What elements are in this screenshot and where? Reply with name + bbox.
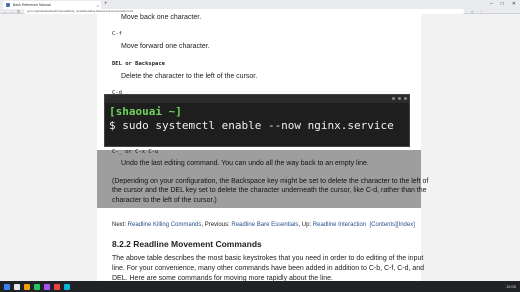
bookmark-star-icon[interactable]: ☆ xyxy=(470,9,474,14)
toolbar-extras: ☆ ⋮ xyxy=(470,9,483,14)
forward-button[interactable]: → xyxy=(10,9,14,14)
browser-chrome: Bash Reference Manual × + – □ ✕ ← → ↻ gn… xyxy=(0,0,520,14)
nav-next-link[interactable]: Readline Killing Commands xyxy=(128,222,202,228)
reload-button[interactable]: ↻ xyxy=(17,9,20,14)
section-heading: 8.2.2 Readline Movement Commands xyxy=(112,239,262,249)
paragraph-line: line. For your convenience, many other c… xyxy=(112,265,425,272)
tab-title: Bash Reference Manual xyxy=(13,3,51,7)
extensions-icon[interactable]: ⋮ xyxy=(479,9,483,14)
new-tab-button[interactable]: + xyxy=(104,1,108,7)
nav-next-label: Next: xyxy=(112,222,128,228)
key-c-f: C-f xyxy=(112,31,122,37)
desc-delete-left: Delete the character to the left of the … xyxy=(121,73,258,80)
back-button[interactable]: ← xyxy=(3,9,7,14)
app-launcher-icon[interactable] xyxy=(4,283,10,290)
terminal-command[interactable]: $ sudo systemctl enable --now nginx.serv… xyxy=(109,119,394,132)
manual-page: Move back one character. C-f Move forwar… xyxy=(97,14,428,282)
terminal-minimize-icon[interactable] xyxy=(392,97,395,100)
dim-overlay xyxy=(97,150,421,208)
page-gutter-left xyxy=(0,14,97,281)
nav-index-link[interactable]: [Index] xyxy=(397,222,415,228)
close-tab-icon[interactable]: × xyxy=(97,3,99,8)
desc-move-forward: Move forward one character. xyxy=(121,43,210,50)
nav-up-label: , Up: xyxy=(298,222,313,228)
nav-contents-link[interactable]: [Contents] xyxy=(370,222,397,228)
close-window-button[interactable]: ✕ xyxy=(512,1,516,7)
terminal-prompt-user: [shaouai ~] xyxy=(109,105,182,118)
terminal-maximize-icon[interactable] xyxy=(398,97,401,100)
terminal-titlebar[interactable] xyxy=(105,95,409,103)
browser-icon[interactable] xyxy=(24,283,30,290)
address-bar[interactable]: gnu.org/software/bash/manual/html_node/R… xyxy=(24,8,465,14)
favicon-icon xyxy=(6,3,10,7)
app-icon[interactable] xyxy=(64,283,70,290)
terminal-window[interactable]: [shaouai ~] $ sudo systemctl enable --no… xyxy=(104,94,410,147)
taskbar: 12:00 xyxy=(0,281,520,292)
window-controls: – □ ✕ xyxy=(490,1,516,7)
terminal-close-icon[interactable] xyxy=(404,97,407,100)
nav-links: Next: Readline Killing Commands, Previou… xyxy=(112,222,415,228)
nav-prev-label: , Previous: xyxy=(201,222,232,228)
page-gutter-right xyxy=(421,14,520,281)
app-icon[interactable] xyxy=(54,283,60,290)
key-del: DEL or Backspace xyxy=(112,61,165,67)
desc-move-back: Move back one character. xyxy=(121,14,202,21)
taskbar-clock[interactable]: 12:00 xyxy=(506,284,516,289)
minimize-button[interactable]: – xyxy=(490,1,493,7)
maximize-button[interactable]: □ xyxy=(501,1,504,7)
files-icon[interactable] xyxy=(14,283,20,290)
terminal-icon[interactable] xyxy=(34,283,40,290)
nav-up-link[interactable]: Readline Interaction xyxy=(313,222,366,228)
paragraph-line: The above table describes the most basic… xyxy=(112,255,424,262)
nav-prev-link[interactable]: Readline Bare Essentials xyxy=(231,222,298,228)
app-icon[interactable] xyxy=(44,283,50,290)
